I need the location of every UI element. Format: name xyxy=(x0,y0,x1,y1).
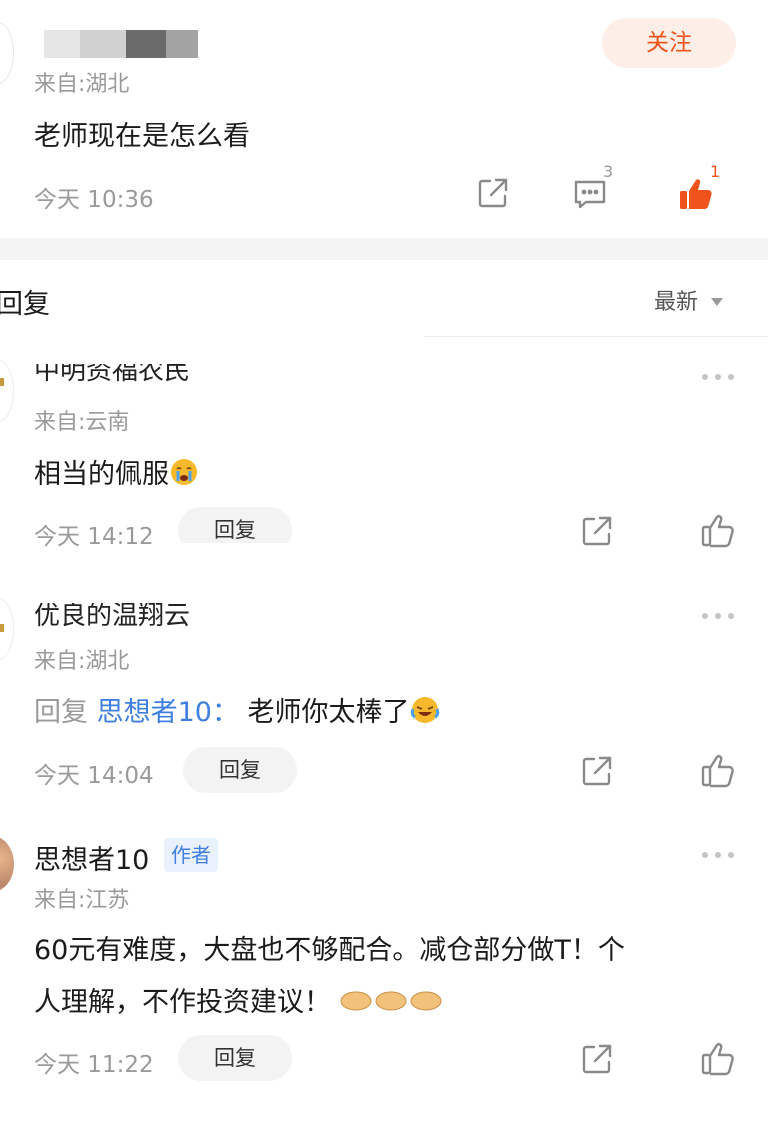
more-options-icon[interactable] xyxy=(702,850,736,860)
avatar-badge xyxy=(0,624,4,632)
avatar-badge xyxy=(0,378,4,386)
sort-label: 最新 xyxy=(654,290,699,315)
more-options-icon[interactable] xyxy=(702,611,736,621)
crying-face-icon xyxy=(169,457,199,494)
reply-button[interactable]: 回复 xyxy=(183,747,297,793)
comment-time: 今天 10:36 xyxy=(34,187,154,213)
laughing-crying-face-icon xyxy=(410,695,440,732)
share-icon[interactable] xyxy=(580,514,614,548)
handshake-icon xyxy=(340,987,444,1022)
avatar[interactable] xyxy=(0,22,14,84)
share-icon[interactable] xyxy=(580,754,614,788)
section-divider xyxy=(0,238,768,260)
like-icon[interactable] xyxy=(700,1040,736,1076)
location-text: 来自:云南 xyxy=(34,410,130,435)
reply-text-line-2: 人理解，不作投资建议！ xyxy=(34,980,444,1022)
replies-title: 回复 xyxy=(0,289,50,320)
reply-time: 今天 14:12 xyxy=(34,524,154,550)
follow-button[interactable]: 关注 xyxy=(602,18,736,68)
reply-text: 相当的佩服 xyxy=(34,452,199,494)
more-options-icon[interactable] xyxy=(702,372,736,382)
avatar[interactable] xyxy=(0,836,14,892)
reply-time: 今天 14:04 xyxy=(34,763,154,789)
avatar[interactable] xyxy=(0,360,14,422)
comment-count: 3 xyxy=(603,162,614,181)
share-icon[interactable] xyxy=(476,176,510,210)
reply-author-name[interactable]: 优良的温翔云 xyxy=(34,603,234,629)
comment-text: 老师现在是怎么看 xyxy=(34,121,250,152)
comment-icon[interactable] xyxy=(572,176,608,212)
like-count: 1 xyxy=(710,162,721,181)
like-icon[interactable] xyxy=(700,512,736,548)
reply-author-name[interactable]: 中明资福农民 xyxy=(34,364,234,386)
share-icon[interactable] xyxy=(580,1042,614,1076)
username-redacted xyxy=(44,30,198,58)
header-divider xyxy=(424,336,768,337)
reply-button[interactable]: 回复 xyxy=(178,507,292,543)
author-name[interactable]: 思想者10 xyxy=(34,838,149,877)
like-icon[interactable] xyxy=(700,752,736,788)
location-text: 来自:湖北 xyxy=(34,649,130,674)
like-icon-active[interactable] xyxy=(678,176,714,212)
location-text: 来自:湖北 xyxy=(34,72,130,97)
location-text: 来自:江苏 xyxy=(34,888,130,913)
mention-link[interactable]: 思想者10 xyxy=(97,697,212,728)
author-badge: 作者 xyxy=(164,838,218,872)
reply-prefix: 回复 xyxy=(34,697,88,728)
caret-down-icon xyxy=(711,298,724,306)
sort-dropdown[interactable]: 最新 xyxy=(654,284,724,316)
reply-text-line-1: 60元有难度，大盘也不够配合。减仓部分做T！个 xyxy=(34,935,625,966)
reply-text: 回复 思想者10： 老师你太棒了 xyxy=(34,690,440,732)
reply-button[interactable]: 回复 xyxy=(178,1035,292,1081)
reply-time: 今天 11:22 xyxy=(34,1052,154,1078)
